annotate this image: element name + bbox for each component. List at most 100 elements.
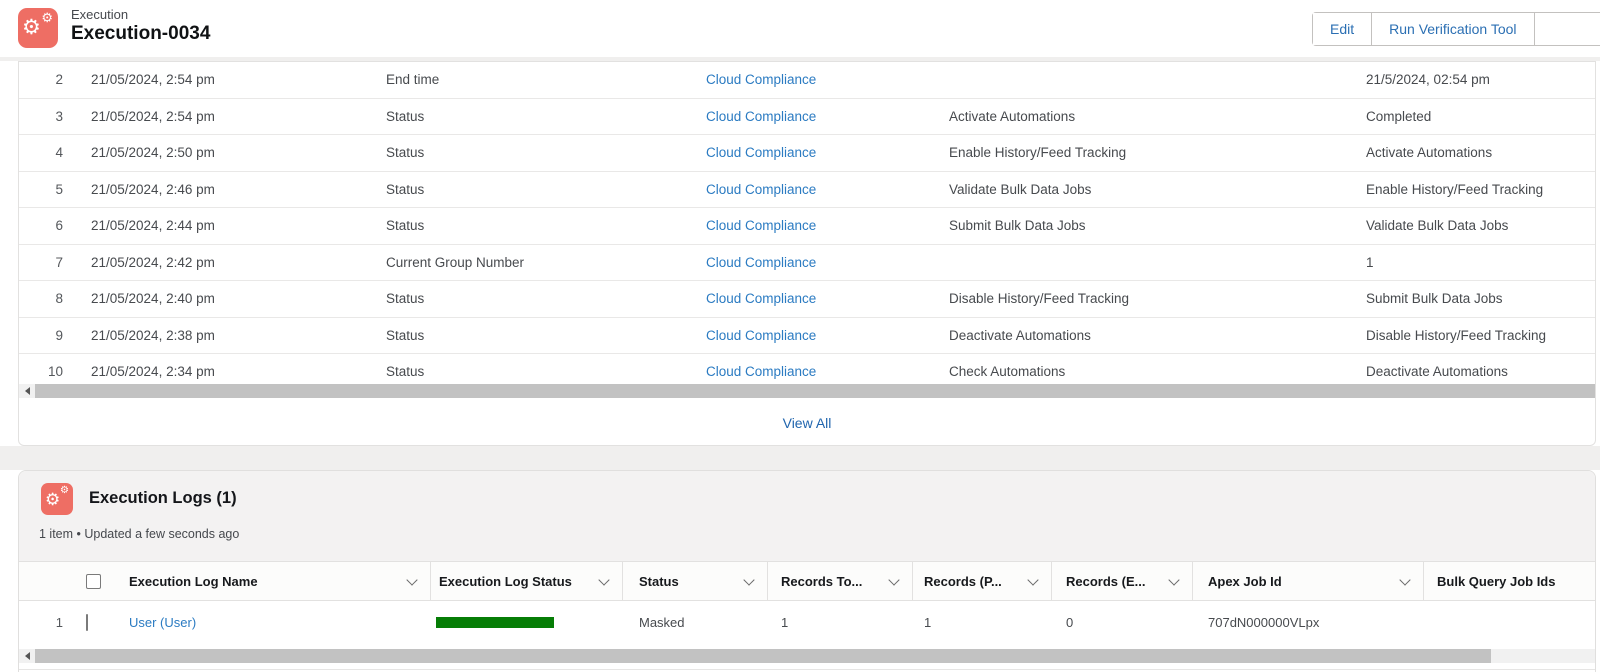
- select-all-cell: [63, 562, 111, 600]
- column-header-execution-log-name[interactable]: Execution Log Name: [111, 562, 431, 600]
- history-new-value: Disable History/Feed Tracking: [949, 291, 1366, 306]
- scroll-left-button[interactable]: [19, 649, 35, 663]
- column-header-bulk-query-job-ids[interactable]: Bulk Query Job Ids: [1424, 562, 1595, 600]
- history-old-value: 1: [1366, 255, 1595, 270]
- row-number: 5: [19, 182, 63, 197]
- logs-table-header: Execution Log Name Execution Log Status …: [19, 561, 1595, 601]
- row-number: 6: [19, 218, 63, 233]
- history-new-value: Activate Automations: [949, 109, 1366, 124]
- history-old-value: Deactivate Automations: [1366, 364, 1595, 379]
- select-all-checkbox[interactable]: [86, 574, 101, 589]
- gear-icon: ⚙: [45, 491, 60, 508]
- column-header-apex-job-id[interactable]: Apex Job Id: [1193, 562, 1424, 600]
- gear-icon: ⚙: [60, 486, 69, 496]
- more-actions-button[interactable]: [1534, 13, 1600, 45]
- history-date: 21/05/2024, 2:50 pm: [63, 145, 386, 160]
- chevron-down-icon[interactable]: [888, 574, 899, 585]
- history-field: Status: [386, 218, 706, 233]
- column-header-records-errors[interactable]: Records (E...: [1052, 562, 1193, 600]
- column-header-status[interactable]: Status: [623, 562, 768, 600]
- divider: [19, 669, 1595, 670]
- history-field: Status: [386, 109, 706, 124]
- history-date: 21/05/2024, 2:42 pm: [63, 255, 386, 270]
- history-field: Status: [386, 182, 706, 197]
- table-row: 4 21/05/2024, 2:50 pm Status Cloud Compl…: [19, 135, 1595, 172]
- column-header-records-processed[interactable]: Records (P...: [913, 562, 1052, 600]
- execution-log-status-bar: [436, 617, 554, 628]
- history-date: 21/05/2024, 2:54 pm: [63, 72, 386, 87]
- column-header-execution-log-status[interactable]: Execution Log Status: [431, 562, 623, 600]
- run-verification-tool-button[interactable]: Run Verification Tool: [1371, 13, 1533, 45]
- scroll-left-button[interactable]: [19, 384, 35, 398]
- view-all-link[interactable]: View All: [783, 415, 832, 431]
- row-checkbox[interactable]: [86, 614, 88, 631]
- history-new-value: Enable History/Feed Tracking: [949, 145, 1366, 160]
- arrow-left-icon: [25, 387, 30, 395]
- history-old-value: Enable History/Feed Tracking: [1366, 182, 1595, 197]
- execution-object-icon: ⚙ ⚙: [18, 8, 58, 48]
- user-link[interactable]: Cloud Compliance: [706, 72, 816, 87]
- scrollbar-track[interactable]: [1491, 649, 1595, 663]
- user-link[interactable]: Cloud Compliance: [706, 291, 816, 306]
- user-link[interactable]: Cloud Compliance: [706, 145, 816, 160]
- column-header-records-total[interactable]: Records To...: [768, 562, 913, 600]
- records-processed-cell: 1: [913, 615, 1052, 630]
- table-row: 9 21/05/2024, 2:38 pm Status Cloud Compl…: [19, 318, 1595, 355]
- history-field: Status: [386, 291, 706, 306]
- execution-history-card: 2 21/05/2024, 2:54 pm End time Cloud Com…: [18, 61, 1596, 446]
- related-list-header: ⚙ ⚙ Execution Logs (1) 1 item • Updated …: [19, 471, 1595, 561]
- edit-button[interactable]: Edit: [1313, 13, 1371, 45]
- row-number: 4: [19, 145, 63, 160]
- history-date: 21/05/2024, 2:34 pm: [63, 364, 386, 379]
- history-date: 21/05/2024, 2:54 pm: [63, 109, 386, 124]
- user-link[interactable]: Cloud Compliance: [706, 218, 816, 233]
- scrollbar-thumb[interactable]: [35, 384, 1595, 398]
- apex-job-id-cell: 707dN000000VLpx: [1193, 615, 1424, 630]
- user-link[interactable]: Cloud Compliance: [706, 182, 816, 197]
- row-number: 7: [19, 255, 63, 270]
- history-field: End time: [386, 72, 706, 87]
- history-new-value: Check Automations: [949, 364, 1366, 379]
- chevron-down-icon[interactable]: [598, 574, 609, 585]
- history-old-value: Submit Bulk Data Jobs: [1366, 291, 1595, 306]
- chevron-down-icon[interactable]: [743, 574, 754, 585]
- user-link[interactable]: Cloud Compliance: [706, 328, 816, 343]
- row-number: 8: [19, 291, 63, 306]
- history-new-value: Validate Bulk Data Jobs: [949, 182, 1366, 197]
- history-old-value: Activate Automations: [1366, 145, 1595, 160]
- related-list-meta: 1 item • Updated a few seconds ago: [39, 527, 239, 541]
- chevron-down-icon[interactable]: [1027, 574, 1038, 585]
- chevron-down-icon[interactable]: [1168, 574, 1179, 585]
- scrollbar-thumb[interactable]: [35, 649, 1491, 663]
- history-date: 21/05/2024, 2:38 pm: [63, 328, 386, 343]
- row-number: 9: [19, 328, 63, 343]
- record-actions: Edit Run Verification Tool: [1312, 12, 1600, 46]
- history-date: 21/05/2024, 2:44 pm: [63, 218, 386, 233]
- history-field: Status: [386, 328, 706, 343]
- row-number: 10: [19, 364, 63, 379]
- history-new-value: Deactivate Automations: [949, 328, 1366, 343]
- chevron-down-icon[interactable]: [406, 574, 417, 585]
- status-cell: Masked: [623, 615, 768, 630]
- horizontal-scrollbar[interactable]: [19, 384, 1595, 398]
- history-new-value: Submit Bulk Data Jobs: [949, 218, 1366, 233]
- gear-icon: ⚙: [41, 11, 53, 24]
- chevron-down-icon[interactable]: [1399, 574, 1410, 585]
- user-link[interactable]: Cloud Compliance: [706, 364, 816, 379]
- history-old-value: 21/5/2024, 02:54 pm: [1366, 72, 1595, 87]
- history-field: Status: [386, 364, 706, 379]
- history-field: Status: [386, 145, 706, 160]
- row-number: 1: [19, 615, 63, 630]
- user-link[interactable]: Cloud Compliance: [706, 109, 816, 124]
- history-date: 21/05/2024, 2:40 pm: [63, 291, 386, 306]
- history-old-value: Completed: [1366, 109, 1595, 124]
- execution-log-name-link[interactable]: User (User): [129, 615, 196, 630]
- user-link[interactable]: Cloud Compliance: [706, 255, 816, 270]
- record-header: ⚙ ⚙ Execution Execution-0034 Edit Run Ve…: [0, 0, 1600, 57]
- horizontal-scrollbar[interactable]: [19, 649, 1595, 663]
- history-date: 21/05/2024, 2:46 pm: [63, 182, 386, 197]
- arrow-left-icon: [25, 652, 30, 660]
- table-row: 1 User (User) Masked 1 1 0 707dN000000VL…: [19, 600, 1595, 645]
- table-row: 6 21/05/2024, 2:44 pm Status Cloud Compl…: [19, 208, 1595, 245]
- divider: [0, 446, 1600, 470]
